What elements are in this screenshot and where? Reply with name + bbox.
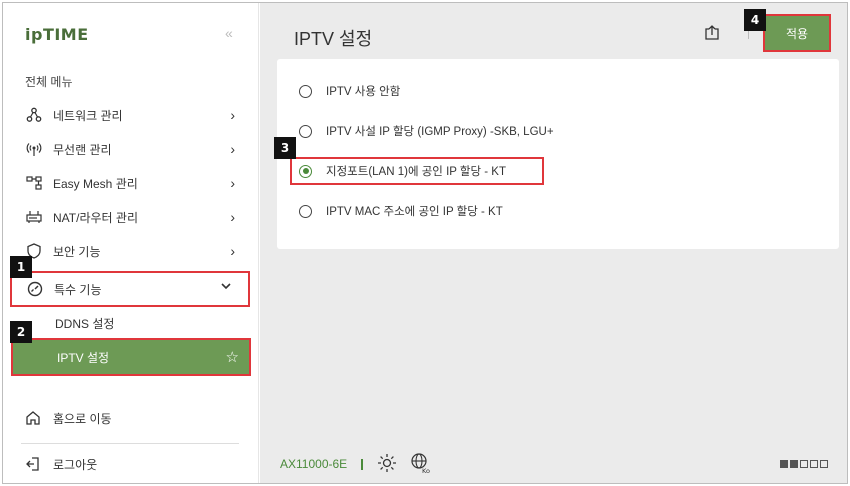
home-link[interactable]: 홈으로 이동: [11, 403, 251, 433]
model-name: AX11000-6E: [280, 457, 348, 471]
main-panel: IPTV 설정 적용 4 IPTV 사용 안함 IPTV 사설 IP 할당 (I…: [260, 3, 847, 483]
page-title: IPTV 설정: [294, 29, 373, 49]
sidebar-item-nat-router[interactable]: NAT/라우터 관리 ›: [11, 201, 251, 233]
chevron-right-icon: ›: [230, 141, 235, 157]
radio-mac-public-ip[interactable]: [299, 204, 312, 218]
radio-igmp-proxy[interactable]: [299, 124, 312, 138]
sidebar-item-network[interactable]: 네트워크 관리 ›: [11, 99, 251, 131]
chevron-right-icon: ›: [230, 175, 235, 191]
sidebar-item-easymesh[interactable]: Easy Mesh 관리 ›: [11, 167, 251, 199]
export-icon[interactable]: [704, 25, 720, 46]
sidebar-divider: [21, 443, 239, 444]
option-iptv-off[interactable]: IPTV 사용 안함: [299, 79, 400, 103]
sidebar-item-label: 보안 기능: [53, 244, 101, 259]
step-badge-2: 2: [10, 321, 32, 343]
collapse-sidebar-icon[interactable]: «: [225, 25, 233, 41]
home-icon: [25, 409, 43, 427]
logout-link[interactable]: 로그아웃: [11, 449, 251, 479]
indicator-dot: [800, 460, 808, 468]
layout-indicator: [780, 460, 828, 468]
sidebar-item-special[interactable]: 특수 기능: [10, 271, 250, 307]
home-label: 홈으로 이동: [53, 411, 112, 426]
special-icon: [26, 280, 44, 298]
favorite-star-icon[interactable]: ☆: [226, 348, 239, 366]
indicator-dot: [790, 460, 798, 468]
logout-icon: [25, 455, 43, 473]
sidebar-subitem-label: DDNS 설정: [55, 316, 115, 331]
chevron-right-icon: ›: [230, 107, 235, 123]
sidebar-item-label: 네트워크 관리: [53, 108, 123, 123]
sidebar-subitem-label: IPTV 설정: [57, 350, 110, 365]
router-icon: [25, 208, 43, 226]
indicator-dot: [810, 460, 818, 468]
language-globe-icon[interactable]: Ko: [410, 452, 432, 479]
sidebar-item-label: 무선랜 관리: [53, 142, 112, 157]
sidebar-subitem-ddns[interactable]: DDNS 설정: [11, 307, 251, 339]
mesh-icon: [25, 174, 43, 192]
sidebar-item-security[interactable]: 보안 기능 ›: [11, 235, 251, 267]
network-icon: [25, 106, 43, 124]
apply-button[interactable]: 적용: [763, 14, 831, 52]
radio-lan1-public-ip[interactable]: [299, 164, 312, 178]
sidebar-item-label: NAT/라우터 관리: [53, 210, 138, 225]
option-igmp-proxy[interactable]: IPTV 사설 IP 할당 (IGMP Proxy) -SKB, LGU+: [299, 119, 554, 143]
option-lan1-public-ip[interactable]: 지정포트(LAN 1)에 공인 IP 할당 - KT: [290, 157, 544, 185]
brightness-icon[interactable]: [377, 453, 397, 478]
chevron-right-icon: ›: [230, 243, 235, 259]
footer-separator: [361, 459, 363, 470]
option-mac-public-ip[interactable]: IPTV MAC 주소에 공인 IP 할당 - KT: [299, 199, 503, 223]
option-label: IPTV 사설 IP 할당 (IGMP Proxy) -SKB, LGU+: [326, 126, 554, 138]
option-label: 지정포트(LAN 1)에 공인 IP 할당 - KT: [326, 166, 506, 178]
logout-label: 로그아웃: [53, 457, 98, 472]
wireless-icon: [25, 140, 43, 158]
option-label: IPTV MAC 주소에 공인 IP 할당 - KT: [326, 206, 503, 218]
sidebar-subitem-iptv[interactable]: IPTV 설정 ☆: [11, 338, 251, 376]
sidebar-item-wireless[interactable]: 무선랜 관리 ›: [11, 133, 251, 165]
router-admin-window: ipTIME « 전체 메뉴 네트워크 관리 › 무선랜 관리 › Easy M…: [2, 2, 848, 484]
indicator-dot: [780, 460, 788, 468]
chevron-down-icon: [220, 279, 232, 295]
language-code: Ko: [422, 467, 430, 474]
iptime-logo: ipTIME: [25, 25, 89, 44]
radio-iptv-off[interactable]: [299, 84, 312, 98]
indicator-dot: [820, 460, 828, 468]
sidebar-item-label: Easy Mesh 관리: [53, 176, 138, 191]
step-badge-3: 3: [274, 137, 296, 159]
option-label: IPTV 사용 안함: [326, 86, 401, 98]
step-badge-4: 4: [744, 9, 766, 31]
step-badge-1: 1: [10, 256, 32, 278]
chevron-right-icon: ›: [230, 209, 235, 225]
sidebar: ipTIME « 전체 메뉴 네트워크 관리 › 무선랜 관리 › Easy M…: [3, 3, 259, 483]
iptv-options-card: IPTV 사용 안함 IPTV 사설 IP 할당 (IGMP Proxy) -S…: [277, 59, 839, 249]
menu-title: 전체 메뉴: [25, 75, 73, 89]
sidebar-item-label: 특수 기능: [54, 282, 102, 297]
